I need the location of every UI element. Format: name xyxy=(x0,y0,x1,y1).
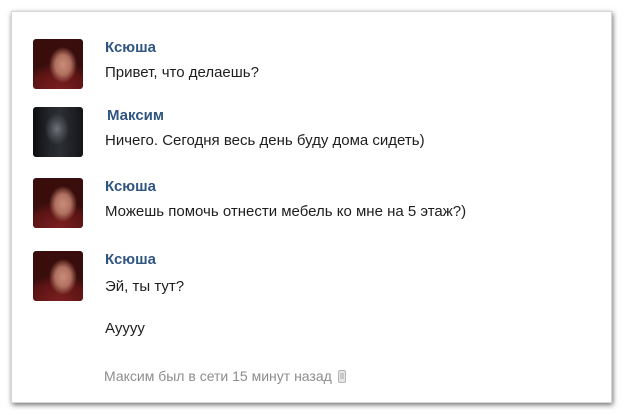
avatar-maksim[interactable] xyxy=(33,107,83,157)
avatar-ksyusha[interactable] xyxy=(33,251,83,301)
message-text: Ничего. Сегодня весь день буду дома сиде… xyxy=(105,132,425,149)
chat-window: Ксюша Привет, что делаешь? Максим Ничего… xyxy=(11,11,612,403)
author-name[interactable]: Ксюша xyxy=(105,251,156,268)
avatar-ksyusha[interactable] xyxy=(33,39,83,89)
author-name[interactable]: Ксюша xyxy=(105,178,156,195)
author-name[interactable]: Максим xyxy=(107,107,164,124)
mobile-phone-icon xyxy=(337,370,346,383)
online-status: Максим был в сети 15 минут назад xyxy=(104,368,346,384)
author-name[interactable]: Ксюша xyxy=(105,39,156,56)
last-seen-text: Максим был в сети 15 минут назад xyxy=(104,368,332,384)
avatar-ksyusha[interactable] xyxy=(33,178,83,228)
message-text: Эй, ты тут? xyxy=(105,278,185,295)
message-text: Можешь помочь отнести мебель ко мне на 5… xyxy=(105,203,467,220)
message-text: Привет, что делаешь? xyxy=(105,64,259,81)
message-text: Ауууу xyxy=(105,320,145,337)
